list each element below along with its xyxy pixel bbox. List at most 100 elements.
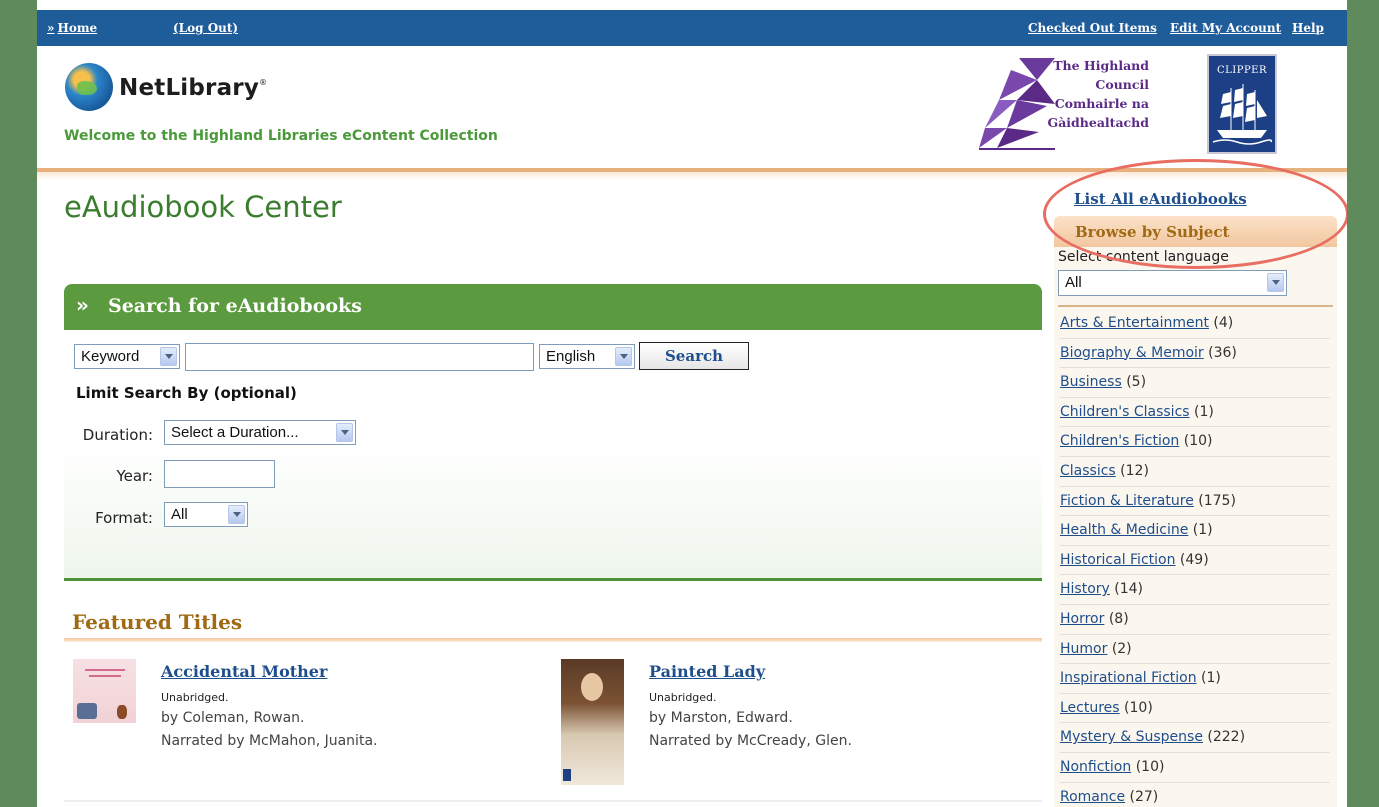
cover-publisher-icon xyxy=(563,769,571,781)
subject-link[interactable]: Fiction & Literature xyxy=(1060,493,1194,509)
subject-link[interactable]: Romance xyxy=(1060,789,1125,805)
subject-count: (1) xyxy=(1201,670,1221,687)
home-link-label: Home xyxy=(57,21,98,35)
subject-link[interactable]: History xyxy=(1060,581,1110,597)
list-item: Arts & Entertainment (4) xyxy=(1060,309,1330,339)
subject-count: (10) xyxy=(1183,433,1213,450)
search-button[interactable]: Search xyxy=(639,342,749,370)
left-background-band xyxy=(0,0,37,807)
clipper-label: CLIPPER xyxy=(1216,65,1268,76)
duration-value: Select a Duration... xyxy=(171,424,299,441)
subject-link[interactable]: Children's Fiction xyxy=(1060,433,1179,449)
cover-title-line-icon xyxy=(85,669,125,671)
subject-count: (2) xyxy=(1111,640,1132,657)
year-input[interactable] xyxy=(164,460,275,488)
subject-count: (14) xyxy=(1114,581,1144,598)
content-language-select[interactable]: All xyxy=(1058,270,1287,296)
chevron-down-icon xyxy=(160,347,177,366)
search-language-value: English xyxy=(546,348,596,365)
subject-link[interactable]: Inspirational Fiction xyxy=(1060,670,1197,686)
subject-link[interactable]: Health & Medicine xyxy=(1060,522,1188,538)
welcome-message: Welcome to the Highland Libraries eConte… xyxy=(64,128,498,144)
search-language-select[interactable]: English xyxy=(539,344,635,369)
subject-count: (10) xyxy=(1124,699,1153,716)
list-item: Nonfiction (10) xyxy=(1060,753,1330,783)
list-item: History (14) xyxy=(1060,575,1330,605)
subject-link[interactable]: Classics xyxy=(1060,463,1116,479)
subject-link[interactable]: Children's Classics xyxy=(1060,404,1190,420)
subject-count: (222) xyxy=(1207,729,1246,746)
duration-select[interactable]: Select a Duration... xyxy=(164,420,356,445)
book-author: by Coleman, Rowan. xyxy=(161,710,305,726)
book-title-link[interactable]: Accidental Mother xyxy=(161,662,327,681)
subject-link[interactable]: Historical Fiction xyxy=(1060,552,1175,568)
page-title: eAudiobook Center xyxy=(64,190,342,224)
section-divider xyxy=(64,800,1042,802)
edit-my-account-link[interactable]: Edit My Account xyxy=(1170,21,1281,35)
content-language-value: All xyxy=(1065,274,1082,291)
netlibrary-logo: NetLibrary® xyxy=(119,75,267,101)
book-author: by Marston, Edward. xyxy=(649,710,793,726)
search-panel: » Search for eAudiobooks Keyword English… xyxy=(64,284,1042,581)
list-item: Mystery & Suspense (222) xyxy=(1060,723,1330,753)
search-panel-title: Search for eAudiobooks xyxy=(108,295,362,317)
accidental-mother-cover[interactable] xyxy=(73,659,136,723)
book-title-link[interactable]: Painted Lady xyxy=(649,662,765,681)
subject-panel: Select content language All Arts & Enter… xyxy=(1054,247,1337,807)
list-item: Business (5) xyxy=(1060,368,1330,398)
right-background-band xyxy=(1347,0,1379,807)
book-narrator: Narrated by McMahon, Juanita. xyxy=(161,733,378,749)
subject-count: (8) xyxy=(1108,610,1129,627)
format-select[interactable]: All xyxy=(164,502,248,527)
search-panel-header: » Search for eAudiobooks xyxy=(64,284,1042,330)
subject-link[interactable]: Mystery & Suspense xyxy=(1060,729,1203,745)
double-chevron-right-icon: » xyxy=(76,293,89,317)
featured-titles-rule xyxy=(64,638,1042,642)
page: » Home (Log Out) Checked Out Items Edit M… xyxy=(37,0,1347,807)
limit-search-label: Limit Search By (optional) xyxy=(76,384,297,402)
subject-count: (1) xyxy=(1192,522,1213,539)
cover-figure-icon xyxy=(77,703,97,719)
subject-count: (12) xyxy=(1120,462,1149,479)
subject-count: (27) xyxy=(1129,788,1159,805)
subject-link[interactable]: Lectures xyxy=(1060,700,1120,716)
council-line-3: Comhairle na xyxy=(1054,96,1149,111)
subject-link[interactable]: Horror xyxy=(1060,611,1104,627)
list-item: Classics (12) xyxy=(1060,457,1330,487)
list-item: Biography & Memoir (36) xyxy=(1060,339,1330,369)
logo-text: NetLibrary xyxy=(119,75,260,101)
subject-link[interactable]: Business xyxy=(1060,374,1122,390)
book-edition: Unabridged. xyxy=(649,691,717,704)
format-value: All xyxy=(171,506,188,523)
format-label: Format: xyxy=(95,509,153,527)
home-link[interactable]: » Home xyxy=(47,21,97,35)
highlight-annotation-circle xyxy=(1043,159,1347,269)
list-item: Horror (8) xyxy=(1060,605,1330,635)
search-field-type-value: Keyword xyxy=(81,348,140,365)
duration-label: Duration: xyxy=(82,426,153,444)
subject-link[interactable]: Humor xyxy=(1060,641,1107,657)
subject-link[interactable]: Biography & Memoir xyxy=(1060,345,1204,361)
list-item: Children's Fiction (10) xyxy=(1060,427,1330,457)
search-field-type-select[interactable]: Keyword xyxy=(74,344,180,369)
cover-portrait-icon xyxy=(581,673,603,701)
subject-list-rule xyxy=(1058,305,1333,307)
list-item: Children's Classics (1) xyxy=(1060,398,1330,428)
subject-count: (1) xyxy=(1194,403,1214,420)
help-link[interactable]: Help xyxy=(1292,21,1324,35)
subject-list: Arts & Entertainment (4) Biography & Mem… xyxy=(1054,309,1337,807)
subject-link[interactable]: Arts & Entertainment xyxy=(1060,315,1209,331)
logout-link[interactable]: (Log Out) xyxy=(173,21,238,35)
council-line-1: The Highland xyxy=(1053,58,1149,73)
subject-link[interactable]: Nonfiction xyxy=(1060,759,1131,775)
council-name: The Highland Council Comhairle na Gàidhe… xyxy=(1041,56,1149,132)
year-label: Year: xyxy=(116,467,153,485)
book-narrator: Narrated by McCready, Glen. xyxy=(649,733,852,749)
search-input[interactable] xyxy=(185,343,534,371)
double-arrow-icon: » xyxy=(47,21,55,35)
subject-count: (36) xyxy=(1208,344,1237,361)
list-item: Historical Fiction (49) xyxy=(1060,546,1330,576)
list-item: Humor (2) xyxy=(1060,635,1330,665)
checked-out-items-link[interactable]: Checked Out Items xyxy=(1028,21,1157,35)
painted-lady-cover[interactable] xyxy=(561,659,624,785)
